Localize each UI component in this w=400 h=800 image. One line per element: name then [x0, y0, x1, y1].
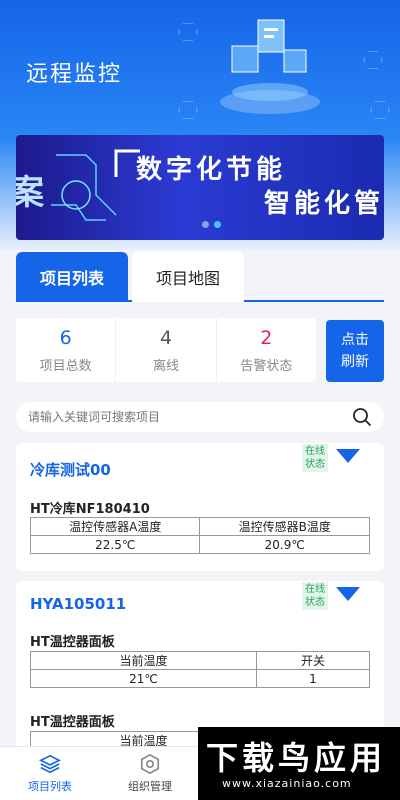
- tab-project-map[interactable]: 项目地图: [132, 252, 244, 302]
- tab-project-list[interactable]: 项目列表: [16, 252, 128, 302]
- search-input[interactable]: [28, 410, 352, 424]
- table-value-cell: 20.9℃: [199, 535, 370, 554]
- banner-headline: 数字化节能: [136, 155, 287, 185]
- refresh-button[interactable]: 点击刷新: [326, 320, 384, 382]
- hexagon-decoration: [370, 101, 390, 119]
- view-tabs: 项目列表 项目地图: [16, 252, 384, 302]
- page-title: 远程监控: [26, 62, 123, 87]
- table-value-cell: 1: [256, 669, 370, 688]
- site-watermark-logo: 下载鸟应用 www.xiazainiao.com: [198, 727, 400, 800]
- banner-subline: 智能化管: [264, 189, 384, 219]
- hexagon-decoration: [178, 23, 198, 41]
- stat-offline[interactable]: 4 离线: [116, 318, 217, 382]
- project-card[interactable]: HYA105011 在线状态 HT温控器面板 当前温度 开关 21℃ 1 HT温…: [16, 581, 384, 751]
- device-name: HT冷库NF180410: [30, 502, 150, 517]
- table-value-cell: 21℃: [30, 669, 257, 688]
- carousel-dot[interactable]: [202, 221, 209, 228]
- table-header-cell: 当前温度: [30, 651, 257, 670]
- stat-offline-label: 离线: [152, 358, 179, 374]
- nav-project-list[interactable]: 项目列表: [0, 747, 100, 800]
- chevron-down-icon[interactable]: [336, 587, 360, 601]
- hexagon-decoration: [178, 101, 198, 119]
- device-data-table: 温控传感器A温度 温控传感器B温度 22.5℃ 20.9℃: [29, 517, 370, 554]
- device-name: HT温控器面板: [30, 635, 115, 650]
- stat-total-label: 项目总数: [39, 358, 92, 374]
- nav-label: 组织管理: [128, 780, 172, 793]
- watermark-url: www.xiazainiao.com: [222, 777, 352, 790]
- hexagon-nut-icon: [140, 753, 160, 775]
- status-badge: 在线状态: [302, 444, 328, 472]
- watermark-title: 下载鸟应用: [206, 739, 387, 777]
- project-name[interactable]: HYA105011: [30, 595, 126, 613]
- project-stats: 6 项目总数 4 离线 2 告警状态: [16, 318, 316, 382]
- promo-banner[interactable]: 案 数字化节能 智能化管: [16, 135, 384, 240]
- table-header-cell: 开关: [256, 651, 370, 670]
- banner-fragment-text: 案: [16, 173, 44, 213]
- layers-icon: [39, 754, 61, 774]
- search-bar: [16, 402, 384, 432]
- table-value-cell: 22.5℃: [29, 535, 201, 554]
- search-icon[interactable]: [352, 407, 372, 427]
- project-card[interactable]: 冷库测试00 在线状态 HT冷库NF180410 温控传感器A温度 温控传感器B…: [16, 443, 384, 571]
- stat-total-value: 6: [59, 326, 72, 349]
- nav-org-management[interactable]: 组织管理: [100, 747, 200, 800]
- monitor-illustration: [220, 19, 320, 114]
- table-header-cell: 温控传感器B温度: [199, 517, 370, 536]
- stat-alarm[interactable]: 2 告警状态: [217, 318, 316, 382]
- carousel-indicator[interactable]: [202, 221, 221, 228]
- project-name[interactable]: 冷库测试00: [30, 459, 111, 480]
- stat-total[interactable]: 6 项目总数: [16, 318, 117, 382]
- table-header-cell: 温控传感器A温度: [29, 517, 201, 536]
- hexagon-decoration: [363, 51, 383, 69]
- carousel-dot-active[interactable]: [214, 221, 221, 228]
- chevron-down-icon[interactable]: [336, 449, 360, 463]
- stat-alarm-value: 2: [260, 326, 273, 349]
- device-name: HT温控器面板: [30, 715, 115, 730]
- nav-label: 项目列表: [28, 780, 72, 793]
- device-data-table: 当前温度 开关 21℃ 1: [30, 651, 370, 688]
- status-badge: 在线状态: [302, 582, 328, 610]
- stat-alarm-label: 告警状态: [240, 358, 293, 374]
- stat-offline-value: 4: [159, 326, 173, 349]
